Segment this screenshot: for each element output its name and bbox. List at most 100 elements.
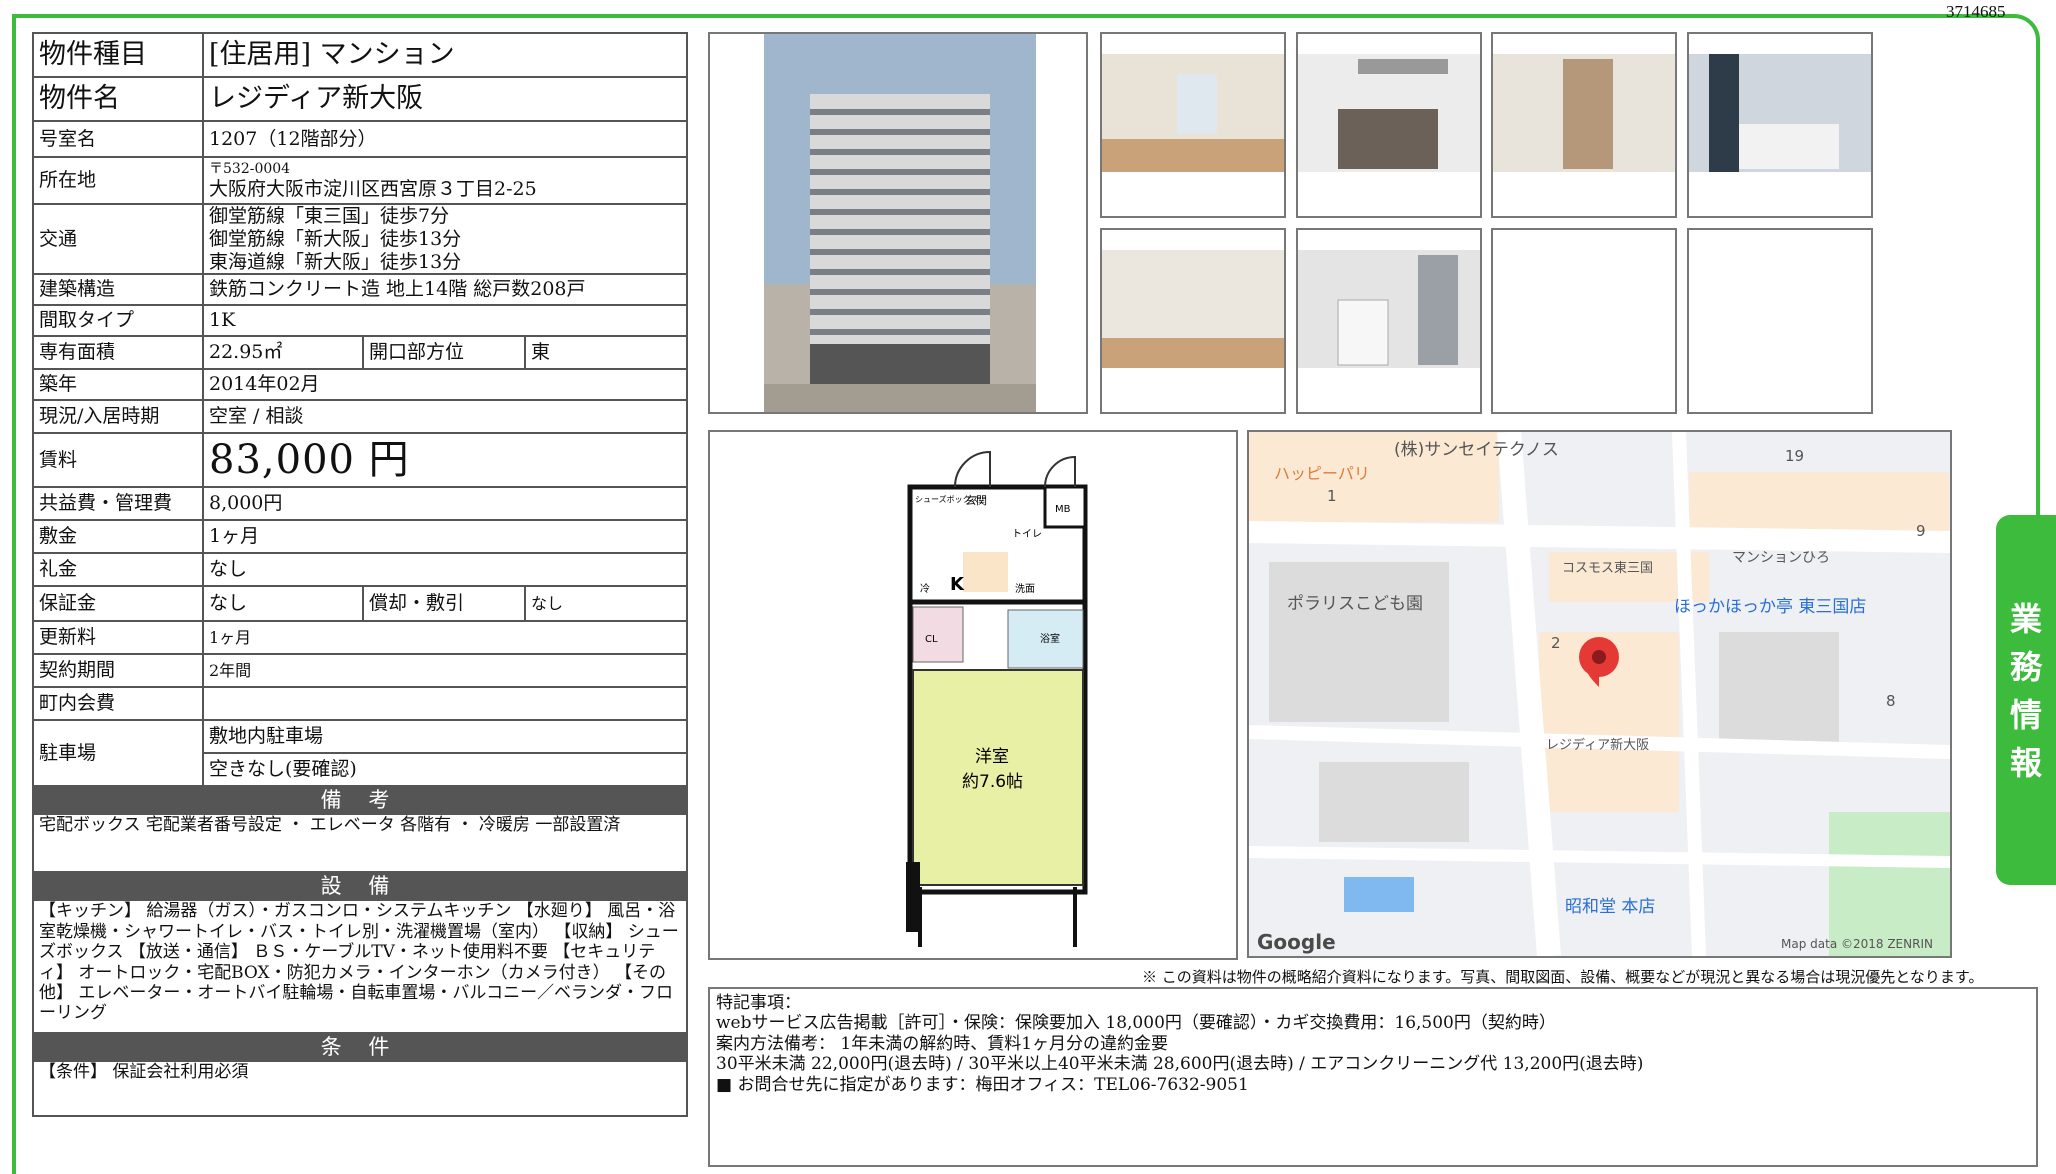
map-number: 19: [1785, 447, 1805, 465]
conditions-text: 【条件】 保証会社利用必須: [32, 1060, 688, 1118]
remarks-heading: 備 考: [32, 785, 688, 816]
label: 専有面積: [32, 335, 204, 371]
label: 共益費・管理費: [32, 486, 204, 522]
closet-photo: [1491, 32, 1677, 218]
value: なし: [202, 552, 688, 588]
equipment-heading: 設 備: [32, 871, 688, 902]
label: 建築構造: [32, 273, 204, 307]
label: 賃料: [32, 432, 204, 489]
floorplan-frame: シューズボックス 玄関 MB トイレ K 洗面 冷 CL 浴室 洋室 約7.6帖: [708, 430, 1238, 960]
value: 2年間: [202, 653, 688, 689]
access-cell: 御堂筋線「東三国」徒歩7分 御堂筋線「新大阪」徒歩13分 東海道線「新大阪」徒歩13…: [202, 202, 688, 276]
map-poi-label: (株)サンセイテクノス: [1394, 440, 1559, 460]
value: 鉄筋コンクリート造 地上14階 総戸数208戸: [202, 273, 688, 307]
notes-line: webサービス広告掲載［許可］・保険：保険要加入 18,000円（要確認）・カギ…: [716, 1013, 1556, 1034]
label: 所在地: [32, 156, 204, 205]
value: 敷地内駐車場: [202, 719, 688, 755]
kitchen-label: K: [950, 574, 965, 595]
value: 東: [524, 335, 688, 371]
frame-top: [12, 14, 1907, 18]
value: [住居用] マンション: [202, 32, 688, 78]
map-poi-label: ハッピーパリ: [1274, 464, 1370, 483]
label: 物件名: [32, 76, 204, 122]
notes-line: ■ お問合せ先に指定があります：梅田オフィス：TEL06-7632-9051: [716, 1074, 1249, 1095]
notes-heading: 特記事項：: [716, 993, 801, 1013]
value: 1ヶ月: [202, 519, 688, 555]
document-id: 3714685: [1946, 2, 2006, 21]
value: なし: [202, 585, 364, 623]
map-poi-label: ポラリスこども園: [1287, 594, 1423, 614]
label: 償却・敷引: [362, 585, 526, 623]
property-name: レジディア新大阪: [202, 76, 688, 122]
closet-label: CL: [925, 634, 938, 645]
empty-photo-slot: [1491, 228, 1677, 414]
special-notes: 特記事項： webサービス広告掲載［許可］・保険：保険要加入 18,000円（要…: [708, 987, 2038, 1167]
fridge-label: 冷: [920, 582, 930, 595]
label: 間取タイプ: [32, 304, 204, 338]
tab-label: 業務情報: [2009, 600, 2042, 782]
map-poi-label: レジディア新大阪: [1546, 738, 1650, 753]
label: 駐車場: [32, 719, 204, 788]
washroom-photo: [1296, 228, 1482, 414]
map-poi-label: コスモス東三国: [1562, 561, 1654, 576]
room-photo-1: [1100, 32, 1286, 218]
map-number: 1: [1327, 487, 1337, 505]
label: 現況/入居時期: [32, 399, 204, 435]
label: 保証金: [32, 585, 204, 623]
building-photo: [764, 34, 1036, 412]
floorplan: シューズボックス 玄関 MB トイレ K 洗面 冷 CL 浴室 洋室 約7.6帖: [906, 450, 1088, 947]
value: なし: [524, 585, 688, 623]
label: 契約期間: [32, 653, 204, 689]
google-logo: Google: [1257, 930, 1336, 954]
wash-label: 洗面: [1015, 583, 1035, 595]
room-size-label: 約7.6帖: [962, 772, 1023, 792]
value: 1K: [202, 304, 688, 338]
map-number: 8: [1886, 692, 1896, 710]
label: 敷金: [32, 519, 204, 555]
label: 開口部方位: [362, 335, 526, 371]
mb-label: MB: [1055, 504, 1071, 515]
access-line: 御堂筋線「新大阪」徒歩13分: [209, 227, 462, 250]
value: 22.95㎡: [202, 335, 364, 371]
map-number: 2: [1551, 634, 1561, 652]
frame-left: [12, 14, 16, 1174]
value: [202, 686, 688, 722]
label: 礼金: [32, 552, 204, 588]
label: 更新料: [32, 620, 204, 656]
value: 1207（12階部分）: [202, 120, 688, 158]
exterior-photo-frame: [708, 32, 1088, 414]
bath-label: 浴室: [1040, 632, 1060, 645]
map-roads: [1249, 432, 1950, 956]
map-credit: Map data ©2018 ZENRIN: [1781, 937, 1933, 951]
conditions-heading: 条 件: [32, 1032, 688, 1063]
room-label: 洋室: [975, 747, 1009, 767]
label: 交通: [32, 202, 204, 276]
value: 空きなし(要確認): [202, 752, 688, 788]
value: 空室 / 相談: [202, 399, 688, 435]
access-line: 御堂筋線「東三国」徒歩7分: [209, 205, 450, 227]
map-poi-label: 昭和堂 本店: [1565, 897, 1656, 917]
toilet-label: トイレ: [1012, 529, 1042, 540]
equipment-text: 【キッチン】 給湯器（ガス）・ガスコンロ・システムキッチン 【水廻り】 風呂・浴…: [32, 899, 688, 1035]
value: 1ヶ月: [202, 620, 688, 656]
business-info-tab[interactable]: 業務情報: [1996, 515, 2056, 885]
genkan-label: 玄関: [965, 493, 987, 507]
notes-line: 案内方法備考： 1年未満の解約時、賃料1ヶ月分の違約金要: [716, 1033, 1169, 1054]
empty-photo-slot: [1687, 228, 1873, 414]
frame-right: [2036, 40, 2040, 520]
value: 2014年02月: [202, 368, 688, 402]
disclaimer: ※ この資料は物件の概略紹介資料になります。写真、間取図面、設備、概要などが現況…: [1142, 968, 1984, 986]
notes-line: 30平米未満 22,000円(退去時) / 30平米以上40平米未満 28,60…: [716, 1054, 1644, 1075]
address: 大阪府大阪市淀川区西宮原３丁目2-25: [209, 177, 537, 200]
room-photo-2: [1100, 228, 1286, 414]
label: 物件種目: [32, 32, 204, 78]
map[interactable]: (株)サンセイテクノス ハッピーパリ マンションひろ コスモス東三国 ポラリスこ…: [1247, 430, 1952, 958]
label: 町内会費: [32, 686, 204, 722]
postal-code: 〒532-0004: [209, 160, 291, 177]
access-line: 東海道線「新大阪」徒歩13分: [209, 250, 462, 273]
kitchen-photo: [1296, 32, 1482, 218]
property-info-table: 物件種目 [住居用] マンション 物件名 レジディア新大阪 号室名 1207（12階部…: [32, 32, 688, 1118]
address-cell: 〒532-0004 大阪府大阪市淀川区西宮原３丁目2-25: [202, 156, 688, 205]
value: 8,000円: [202, 486, 688, 522]
label: 号室名: [32, 120, 204, 158]
